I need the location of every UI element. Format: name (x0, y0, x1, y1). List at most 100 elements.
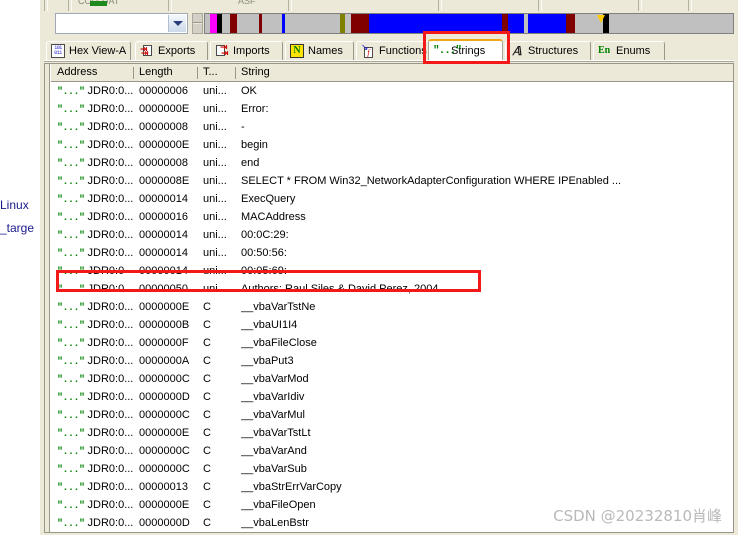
tab-functions[interactable]: f ↘ Functions (356, 41, 438, 60)
cell-type: uni... (203, 175, 227, 187)
table-row[interactable]: "..." JDR0:0... 0000000C C __vbaVarMod (51, 370, 733, 388)
toolbar-separator (68, 0, 72, 11)
tab-label: Functions (379, 45, 427, 57)
navigator-zoom-stepper[interactable] (192, 13, 203, 34)
table-row[interactable]: "..." JDR0:0... 00000050 uni... Authors: Rau… (51, 280, 733, 298)
navigator-segment (524, 14, 528, 33)
address-value: JDR0:0... (87, 373, 134, 385)
table-row[interactable]: "..." JDR0:0... 00000006 uni... OK (51, 82, 733, 100)
address-value: JDR0:0... (87, 121, 134, 133)
cell-type: uni... (203, 103, 227, 115)
table-row[interactable]: "..." JDR0:0... 0000000C C __vbaVarSub (51, 460, 733, 478)
address-value: JDR0:0... (87, 337, 134, 349)
cell-type: uni... (203, 121, 227, 133)
column-header-length[interactable]: Length (133, 64, 173, 81)
strings-icon: "..." (433, 44, 462, 57)
cell-address: "..." JDR0:0... (57, 388, 133, 406)
cell-string: __vbaVarMul (241, 409, 305, 421)
table-row[interactable]: "..." JDR0:0... 0000000E C __vbaVarTstNe (51, 298, 733, 316)
address-value: JDR0:0... (87, 409, 134, 421)
navigator-zoom-in-button[interactable] (193, 14, 202, 23)
cell-address: "..." JDR0:0... (57, 136, 133, 154)
column-header-address[interactable]: Address (51, 64, 97, 81)
string-quote-icon: "..." (57, 321, 85, 332)
cell-address: "..." JDR0:0... (57, 460, 133, 478)
cell-length: 0000000D (139, 391, 190, 403)
cell-address: "..." JDR0:0... (57, 118, 133, 136)
table-row[interactable]: "..." JDR0:0... 0000000C C __vbaVarAnd (51, 442, 733, 460)
tab-enums[interactable]: En Enums (593, 41, 665, 60)
navigator-band[interactable] (204, 13, 734, 34)
cell-string: __vbaPut3 (241, 355, 294, 367)
cell-length: 0000000E (139, 103, 190, 115)
table-row[interactable]: "..." JDR0:0... 00000014 uni... ExecQuery (51, 190, 733, 208)
table-row[interactable]: "..." JDR0:0... 0000000C C __vbaVarMul (51, 406, 733, 424)
hex-view-icon: 101 011 (51, 44, 65, 58)
string-quote-icon: "..." (57, 393, 85, 404)
cell-type: uni... (203, 229, 227, 241)
tab-hex-view-a[interactable]: 101 011 Hex View-A (46, 41, 131, 60)
cell-string: __vbaVarAnd (241, 445, 307, 457)
table-row[interactable]: "..." JDR0:0... 00000008 uni... - (51, 118, 733, 136)
string-quote-icon: "..." (57, 519, 85, 530)
navigator-segment (345, 14, 351, 33)
toolbar-separator (44, 0, 48, 11)
string-quote-icon: "..." (57, 465, 85, 476)
cell-address: "..." JDR0:0... (57, 496, 133, 514)
cell-type: uni... (203, 157, 227, 169)
table-row[interactable]: "..." JDR0:0... 0000000E uni... begin (51, 136, 733, 154)
cell-address: "..." JDR0:0... (57, 208, 133, 226)
table-row[interactable]: "..." JDR0:0... 0000000D C __vbaVarIdiv (51, 388, 733, 406)
functions-icon: f ↘ (361, 44, 375, 58)
table-row[interactable]: "..." JDR0:0... 00000014 uni... 00:50:56: (51, 244, 733, 262)
column-header-type[interactable]: T... (197, 64, 218, 81)
cell-type: uni... (203, 211, 227, 223)
table-row[interactable]: "..." JDR0:0... 00000014 uni... 00:0C:29: (51, 226, 733, 244)
cell-address: "..." JDR0:0... (57, 154, 133, 172)
cell-type: C (203, 373, 211, 385)
address-value: JDR0:0 (87, 265, 125, 277)
table-row[interactable]: "..." JDR0:0... 0000000B C __vbaUI1I4 (51, 316, 733, 334)
table-row[interactable]: "..." JDR0:0... 0000000E uni... Error: (51, 100, 733, 118)
cell-address: "..." JDR0:0... (57, 100, 133, 118)
table-row[interactable]: "..." JDR0:0... 0000000F C __vbaFileClose (51, 334, 733, 352)
cell-length: 0000000C (139, 409, 190, 421)
navigator-segment (508, 14, 524, 33)
column-header-string[interactable]: String (235, 64, 270, 81)
chevron-down-icon[interactable] (168, 15, 186, 32)
tab-imports[interactable]: ⇥ ⇥ Imports (210, 41, 283, 60)
cell-address: "..." JDR0:0... (57, 514, 133, 532)
cell-string: __vbaFileClose (241, 337, 317, 349)
address-value: JDR0:0... (87, 301, 134, 313)
tab-structures[interactable]: 𝔸 Structures (505, 41, 591, 60)
table-row[interactable]: "..." JDR0:0... 00000016 uni... MACAddress (51, 208, 733, 226)
address-value: JDR0:0... (87, 229, 134, 241)
table-row[interactable]: "..." JDR0:0... 0000000A C __vbaPut3 (51, 352, 733, 370)
table-row[interactable]: "..." JDR0:0... 0000000E C __vbaVarTstLt (51, 424, 733, 442)
toolbar-label-asf[interactable]: ASF (238, 0, 256, 6)
table-row[interactable]: "..." JDR0:0... 00000013 C __vbaStrErrVarCop… (51, 478, 733, 496)
table-row[interactable]: "..." JDR0:0... 00000008 uni... end (51, 154, 733, 172)
address-value: JDR0:0... (87, 283, 134, 295)
navigator-zoom-out-button[interactable] (193, 24, 202, 33)
string-quote-icon: "..." (57, 249, 85, 260)
tab-strings[interactable]: "..." Strings (428, 39, 503, 60)
tab-names[interactable]: N Names (285, 41, 354, 60)
navigator-segment (502, 14, 508, 33)
navigator-segment (351, 14, 369, 33)
tab-label: Names (308, 45, 343, 57)
tab-label: Hex View-A (69, 45, 127, 57)
table-row[interactable]: "..." JDR0:0 00000014 uni... 00:05:69: (51, 262, 733, 280)
cell-address: "..." JDR0:0... (57, 478, 133, 496)
cell-string: __vbaVarTstNe (241, 301, 316, 313)
table-row[interactable]: "..." JDR0:0... 0000008E uni... SELECT * FRO… (51, 172, 733, 190)
tab-exports[interactable]: ⇥ ⇥ Exports (135, 41, 208, 60)
cell-length: 0000000D (139, 517, 190, 529)
string-quote-icon: "..." (57, 411, 85, 422)
cell-address: "..." JDR0:0... (57, 280, 133, 298)
cell-string: 00:05:69: (241, 265, 287, 277)
navigator-segment (259, 14, 262, 33)
cell-address: "..." JDR0:0... (57, 82, 133, 100)
jump-address-combo[interactable] (55, 13, 188, 34)
address-value: JDR0:0... (87, 319, 134, 331)
